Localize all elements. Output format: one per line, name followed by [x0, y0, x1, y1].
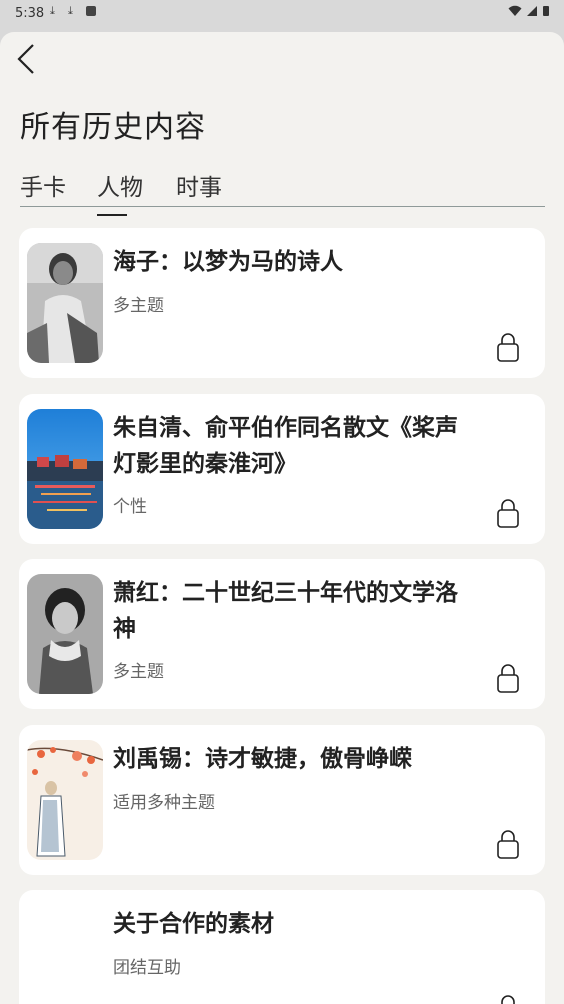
lock-icon [501, 995, 515, 1004]
status-notification-icons: ⤓ ⤓ [50, 5, 96, 17]
list-item[interactable]: 刘禹锡：诗才敏捷，傲骨峥嵘 适用多种主题 [19, 725, 545, 875]
list-item[interactable]: 关于合作的素材 团结互助 [19, 890, 545, 1004]
card-subtitle: 团结互助 [113, 958, 181, 978]
card-subtitle: 多主题 [113, 296, 164, 316]
signal-icon [527, 6, 537, 16]
painting-thumbnail [27, 740, 103, 860]
status-bar: 5:38 ⤓ ⤓ [0, 0, 564, 30]
portrait-thumbnail [27, 574, 103, 694]
card-subtitle: 个性 [113, 497, 147, 517]
back-arrow-icon[interactable] [14, 42, 46, 76]
tab-bar: 手卡 人物 时事 [20, 162, 545, 216]
list-item[interactable]: 萧红：二十世纪三十年代的文学洛神 多主题 [19, 559, 545, 709]
status-system-icons [508, 5, 550, 17]
tab-current-events[interactable]: 时事 [176, 168, 222, 202]
content-sheet: 所有历史内容 手卡 人物 时事 海子：以梦为马的诗人 多主题 朱自清、俞平伯作同… [0, 32, 564, 1004]
battery-icon [543, 6, 549, 16]
card-subtitle: 多主题 [113, 662, 164, 682]
river-photo-thumbnail [27, 409, 103, 529]
download-icon: ⤓ [68, 4, 73, 17]
list-item[interactable]: 海子：以梦为马的诗人 多主题 [19, 228, 545, 378]
status-time: 5:38 [15, 6, 45, 21]
lock-icon [497, 664, 519, 693]
card-title: 刘禹锡：诗才敏捷，傲骨峥嵘 [113, 746, 412, 772]
card-title: 海子：以梦为马的诗人 [113, 249, 343, 275]
card-title: 萧红：二十世纪三十年代的文学洛神 [113, 580, 458, 642]
wifi-icon [508, 5, 522, 16]
card-title: 关于合作的素材 [113, 911, 274, 937]
lock-icon [497, 333, 519, 362]
page-title: 所有历史内容 [20, 110, 206, 145]
portrait-thumbnail [27, 243, 103, 363]
card-subtitle: 适用多种主题 [113, 793, 215, 813]
lock-icon [497, 499, 519, 528]
list-item[interactable]: 朱自清、俞平伯作同名散文《桨声灯影里的秦淮河》 个性 [19, 394, 545, 544]
app-notification-icon [86, 6, 96, 16]
card-title: 朱自清、俞平伯作同名散文《桨声灯影里的秦淮河》 [113, 415, 458, 477]
tab-people[interactable]: 人物 [97, 168, 143, 216]
lock-icon [497, 830, 519, 859]
tab-cards[interactable]: 手卡 [20, 168, 66, 202]
download-icon: ⤓ [50, 4, 55, 17]
